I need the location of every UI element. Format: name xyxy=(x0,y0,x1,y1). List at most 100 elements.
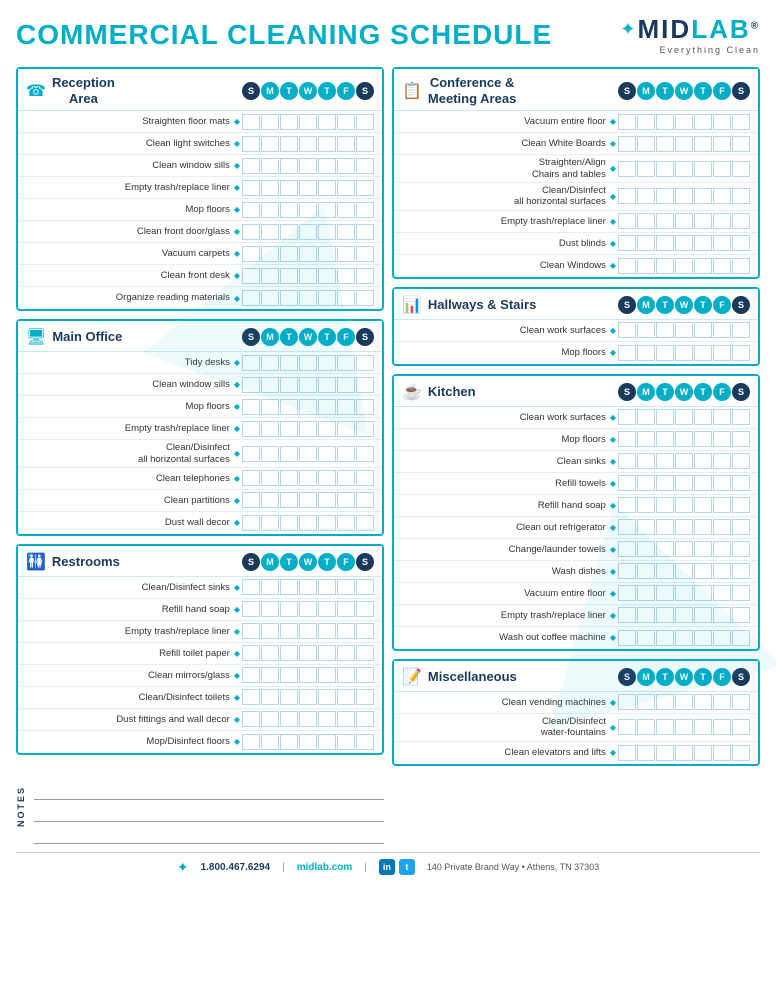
task-cell[interactable] xyxy=(732,719,750,735)
task-cell[interactable] xyxy=(732,453,750,469)
task-cell[interactable] xyxy=(242,421,260,437)
task-cell[interactable] xyxy=(356,734,374,750)
task-cell[interactable] xyxy=(694,497,712,513)
task-cell[interactable] xyxy=(299,355,317,371)
task-cell[interactable] xyxy=(356,180,374,196)
task-cell[interactable] xyxy=(618,745,636,761)
task-cell[interactable] xyxy=(242,158,260,174)
task-cell[interactable] xyxy=(299,601,317,617)
task-cell[interactable] xyxy=(694,213,712,229)
task-cell[interactable] xyxy=(618,345,636,361)
task-cell[interactable] xyxy=(618,607,636,623)
task-cell[interactable] xyxy=(656,694,674,710)
task-cell[interactable] xyxy=(675,161,693,177)
task-cell[interactable] xyxy=(280,623,298,639)
task-cell[interactable] xyxy=(694,258,712,274)
task-cell[interactable] xyxy=(713,475,731,491)
task-cell[interactable] xyxy=(356,399,374,415)
task-cell[interactable] xyxy=(337,377,355,393)
task-cell[interactable] xyxy=(280,246,298,262)
task-cell[interactable] xyxy=(637,345,655,361)
task-cell[interactable] xyxy=(694,161,712,177)
task-cell[interactable] xyxy=(637,719,655,735)
task-cell[interactable] xyxy=(637,541,655,557)
task-cell[interactable] xyxy=(694,585,712,601)
task-cell[interactable] xyxy=(356,114,374,130)
task-cell[interactable] xyxy=(356,492,374,508)
task-cell[interactable] xyxy=(261,224,279,240)
task-cell[interactable] xyxy=(242,180,260,196)
task-cell[interactable] xyxy=(637,258,655,274)
task-cell[interactable] xyxy=(261,180,279,196)
task-cell[interactable] xyxy=(318,114,336,130)
task-cell[interactable] xyxy=(337,645,355,661)
task-cell[interactable] xyxy=(299,136,317,152)
task-cell[interactable] xyxy=(337,136,355,152)
task-cell[interactable] xyxy=(637,475,655,491)
task-cell[interactable] xyxy=(356,136,374,152)
task-cell[interactable] xyxy=(318,421,336,437)
task-cell[interactable] xyxy=(675,409,693,425)
task-cell[interactable] xyxy=(280,180,298,196)
task-cell[interactable] xyxy=(299,689,317,705)
task-cell[interactable] xyxy=(675,431,693,447)
task-cell[interactable] xyxy=(280,515,298,531)
task-cell[interactable] xyxy=(356,158,374,174)
task-cell[interactable] xyxy=(637,114,655,130)
task-cell[interactable] xyxy=(299,579,317,595)
task-cell[interactable] xyxy=(618,563,636,579)
task-cell[interactable] xyxy=(242,579,260,595)
task-cell[interactable] xyxy=(299,667,317,683)
task-cell[interactable] xyxy=(618,497,636,513)
task-cell[interactable] xyxy=(694,114,712,130)
task-cell[interactable] xyxy=(618,161,636,177)
task-cell[interactable] xyxy=(694,431,712,447)
task-cell[interactable] xyxy=(618,453,636,469)
task-cell[interactable] xyxy=(656,345,674,361)
task-cell[interactable] xyxy=(637,161,655,177)
task-cell[interactable] xyxy=(356,689,374,705)
task-cell[interactable] xyxy=(242,645,260,661)
task-cell[interactable] xyxy=(713,258,731,274)
task-cell[interactable] xyxy=(694,541,712,557)
task-cell[interactable] xyxy=(713,114,731,130)
task-cell[interactable] xyxy=(637,431,655,447)
task-cell[interactable] xyxy=(280,158,298,174)
task-cell[interactable] xyxy=(618,541,636,557)
task-cell[interactable] xyxy=(280,268,298,284)
task-cell[interactable] xyxy=(675,188,693,204)
task-cell[interactable] xyxy=(656,563,674,579)
task-cell[interactable] xyxy=(318,601,336,617)
task-cell[interactable] xyxy=(356,645,374,661)
task-cell[interactable] xyxy=(675,475,693,491)
task-cell[interactable] xyxy=(280,114,298,130)
task-cell[interactable] xyxy=(337,623,355,639)
task-cell[interactable] xyxy=(299,711,317,727)
task-cell[interactable] xyxy=(694,607,712,623)
task-cell[interactable] xyxy=(732,541,750,557)
task-cell[interactable] xyxy=(299,623,317,639)
task-cell[interactable] xyxy=(618,213,636,229)
task-cell[interactable] xyxy=(675,258,693,274)
task-cell[interactable] xyxy=(337,158,355,174)
task-cell[interactable] xyxy=(261,290,279,306)
task-cell[interactable] xyxy=(261,136,279,152)
task-cell[interactable] xyxy=(732,235,750,251)
task-cell[interactable] xyxy=(694,694,712,710)
task-cell[interactable] xyxy=(299,421,317,437)
task-cell[interactable] xyxy=(694,188,712,204)
task-cell[interactable] xyxy=(675,563,693,579)
task-cell[interactable] xyxy=(694,136,712,152)
task-cell[interactable] xyxy=(318,180,336,196)
task-cell[interactable] xyxy=(242,355,260,371)
task-cell[interactable] xyxy=(261,246,279,262)
task-cell[interactable] xyxy=(242,689,260,705)
task-cell[interactable] xyxy=(656,541,674,557)
task-cell[interactable] xyxy=(318,711,336,727)
task-cell[interactable] xyxy=(618,475,636,491)
task-cell[interactable] xyxy=(337,421,355,437)
task-cell[interactable] xyxy=(694,719,712,735)
task-cell[interactable] xyxy=(242,515,260,531)
task-cell[interactable] xyxy=(261,579,279,595)
task-cell[interactable] xyxy=(637,188,655,204)
